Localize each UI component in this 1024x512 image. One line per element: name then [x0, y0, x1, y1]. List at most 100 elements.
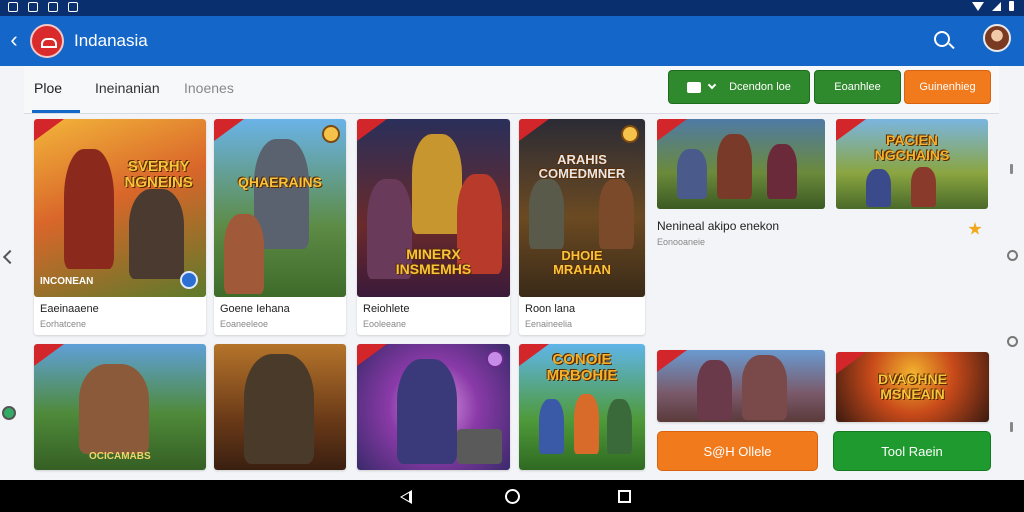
notification-icon	[8, 2, 18, 12]
game-card[interactable]: SVERHY NGNEINS INCONEAN Eaeinaaene Eorha…	[34, 119, 206, 335]
app-bar: ‹ Indanasia	[0, 16, 1024, 66]
game-name: Goene Iehana	[220, 303, 290, 315]
dropdown-label: Dcendon loe	[729, 81, 791, 93]
status-system-icons	[972, 1, 1014, 11]
game-card[interactable]: MINERX INSMEMHS Reiohlete Eooleeane	[357, 119, 510, 335]
page-dot-icon[interactable]	[1007, 336, 1018, 347]
character-figure	[64, 149, 114, 269]
game-cover-title: CONOIE MRBOHIE	[546, 351, 618, 384]
game-cover-label: INCONEAN	[40, 276, 94, 287]
tab-ineinanian[interactable]: Ineinanian	[95, 80, 160, 96]
game-cover-title: SVERHY NGNEINS	[124, 158, 193, 191]
left-gutter	[0, 66, 24, 480]
character-figure	[607, 399, 632, 454]
game-cover: CONOIE MRBOHIE	[519, 344, 645, 470]
character-figure	[79, 364, 149, 454]
nav-back-icon[interactable]	[400, 490, 412, 504]
search-icon[interactable]	[934, 31, 950, 47]
refresh-icon[interactable]	[2, 406, 16, 420]
ribbon-badge	[214, 119, 244, 141]
game-card[interactable]: QHAERAINS Goene Iehana Eoaneeleoe	[214, 119, 346, 335]
character-figure	[767, 144, 797, 199]
action-button-3[interactable]: Guinenhieg	[904, 70, 991, 104]
character-figure	[574, 394, 599, 454]
nav-home-icon[interactable]	[505, 489, 520, 504]
game-cover-title: QHAERAINS	[237, 174, 322, 190]
star-icon[interactable]	[968, 222, 982, 235]
tab-indicator	[32, 110, 80, 113]
scroll-indicator	[1010, 164, 1013, 174]
page-dot-icon[interactable]	[1007, 250, 1018, 261]
status-bar	[0, 0, 1024, 16]
ribbon-badge	[657, 119, 687, 141]
tab-inoenes[interactable]: Inoenes	[184, 80, 234, 96]
character-figure	[412, 134, 462, 234]
character-figure	[911, 167, 936, 207]
character-figure	[539, 399, 564, 454]
app-logo-icon[interactable]	[30, 24, 64, 58]
signal-icon	[992, 1, 1001, 11]
ribbon-badge	[34, 344, 64, 366]
ribbon-badge	[519, 119, 549, 141]
ribbon-badge	[34, 119, 64, 141]
right-gutter	[999, 66, 1024, 480]
game-cover: PACIEN NGCHAINS	[836, 119, 988, 209]
status-notification-icons	[8, 2, 78, 12]
game-cover: OCICAMABS	[34, 344, 206, 470]
game-card[interactable]: DVAOHNE MSNEAIN	[836, 352, 989, 422]
game-cover-title: PACIEN NGCHAINS	[874, 132, 950, 163]
nav-recents-icon[interactable]	[618, 490, 631, 503]
character-figure	[397, 359, 457, 464]
game-card[interactable]: CONOIE MRBOHIE	[519, 344, 645, 470]
game-card-wide[interactable]: PACIEN NGCHAINS Nenineal akipo enekon Eo…	[655, 119, 995, 335]
character-figure	[224, 214, 264, 294]
character-figure	[717, 134, 752, 199]
game-name: Nenineal akipo enekon	[657, 219, 780, 233]
chevron-left-icon[interactable]	[2, 249, 18, 265]
game-name: Reiohlete	[363, 303, 410, 315]
notification-icon	[48, 2, 58, 12]
tab-ploe[interactable]: Ploe	[34, 80, 62, 96]
game-name: Eaeinaaene	[40, 303, 99, 315]
character-figure	[677, 149, 707, 199]
cta-button-left[interactable]: S@H Ollele	[657, 431, 818, 471]
character-figure	[742, 355, 787, 420]
tab-row: Ploe Ineinanian Inoenes Dcendon loe Eoan…	[24, 66, 999, 114]
ribbon-badge	[836, 352, 866, 374]
wifi-icon	[972, 1, 984, 11]
game-subtitle: Eonooaneie	[657, 237, 706, 247]
game-cover-title: DVAOHNE MSNEAIN	[878, 371, 947, 402]
character-figure	[599, 179, 634, 249]
notification-icon	[68, 2, 78, 12]
game-cover	[214, 344, 346, 470]
category-dropdown[interactable]: Dcendon loe	[668, 70, 810, 104]
system-nav-bar	[0, 480, 1024, 512]
game-card[interactable]: ARAHIS COMEDMNER DHOIE MRAHAN Roon lana …	[519, 119, 645, 335]
game-card[interactable]	[657, 350, 825, 422]
game-card[interactable]: OCICAMABS	[34, 344, 206, 470]
game-card[interactable]	[214, 344, 346, 470]
game-cover-title: MINERX INSMEMHS	[395, 246, 472, 277]
avatar[interactable]	[983, 24, 1011, 52]
battery-icon	[1009, 1, 1014, 11]
game-cover: SVERHY NGNEINS INCONEAN	[34, 119, 206, 297]
ribbon-badge	[357, 344, 387, 366]
scroll-indicator	[1010, 422, 1013, 432]
action-button-2[interactable]: Eoanhlee	[814, 70, 901, 104]
game-card[interactable]	[357, 344, 510, 470]
back-arrow-icon[interactable]: ‹	[4, 29, 24, 53]
game-cover: DVAOHNE MSNEAIN	[836, 352, 989, 422]
game-cover	[657, 119, 825, 209]
game-cover: MINERX INSMEMHS	[357, 119, 510, 297]
character-figure	[244, 354, 314, 464]
game-subtitle: Eenaineelia	[525, 319, 573, 329]
ribbon-badge	[357, 119, 387, 141]
game-badge-icon	[322, 125, 340, 143]
game-cover: ARAHIS COMEDMNER DHOIE MRAHAN	[519, 119, 645, 297]
chevron-down-icon	[707, 80, 717, 90]
game-cover	[657, 350, 825, 422]
game-subtitle: Eooleeane	[363, 319, 407, 329]
ribbon-badge	[657, 350, 687, 372]
game-badge-icon	[486, 350, 504, 368]
cta-button-right[interactable]: Tool Raein	[833, 431, 991, 471]
